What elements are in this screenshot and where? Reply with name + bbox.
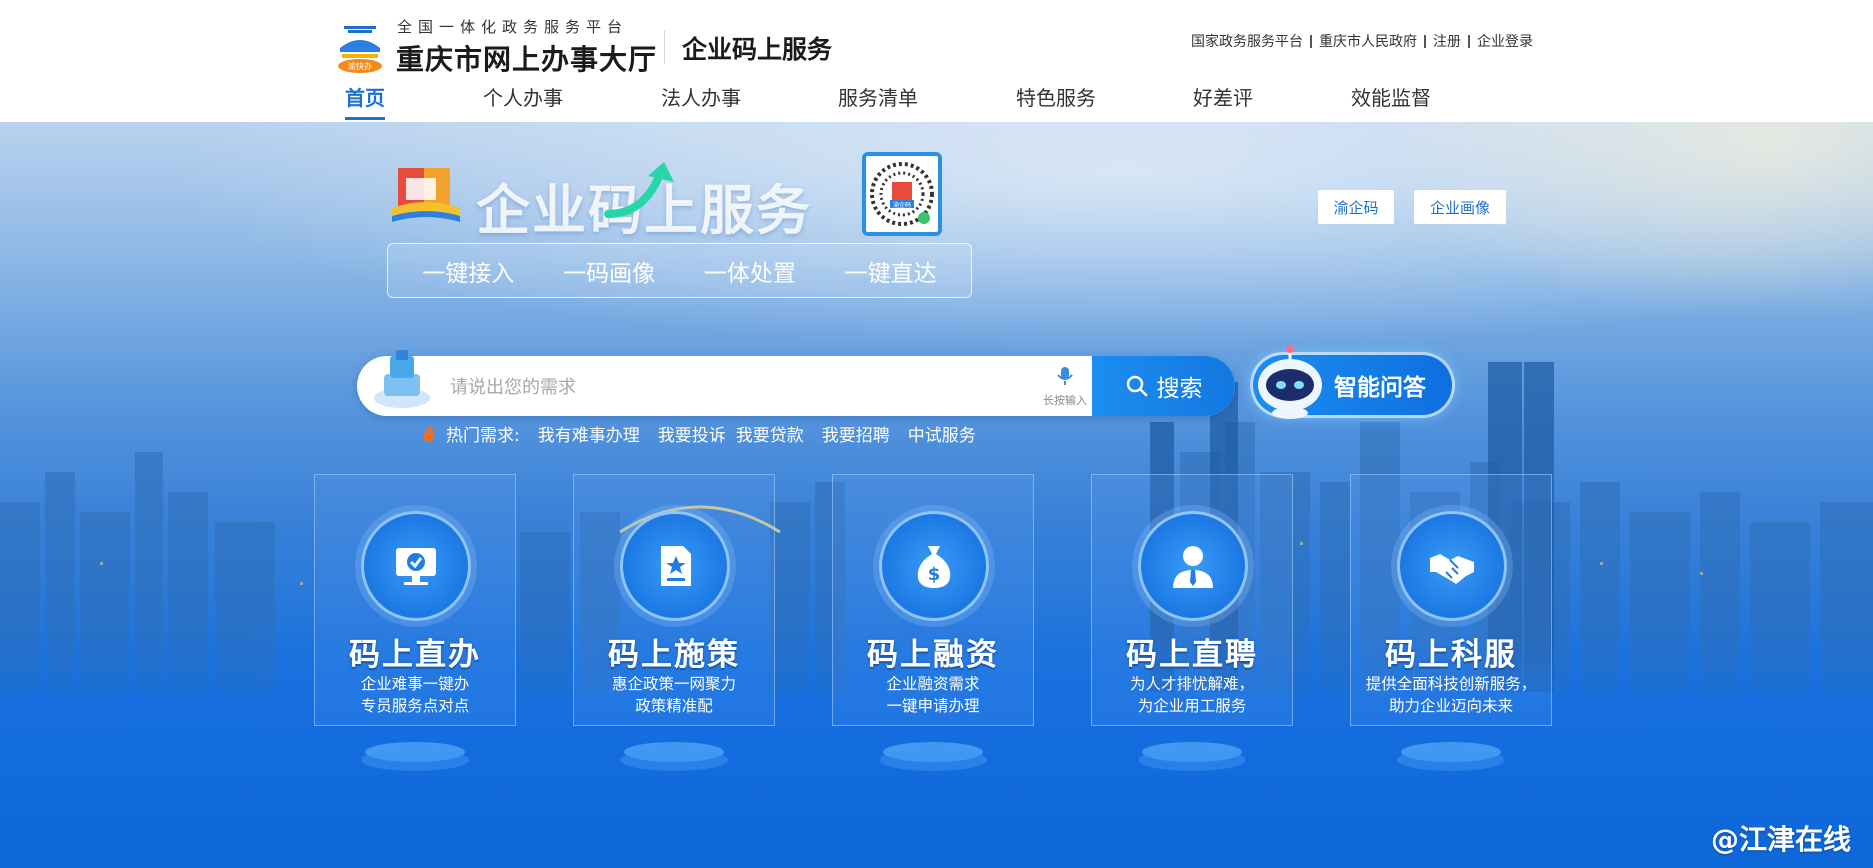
enterprise-flag-logo-icon <box>392 168 460 222</box>
card-desc-line: 为企业用工服务 <box>1137 697 1247 715</box>
card-title: 码上科服 <box>1385 637 1517 673</box>
yuqima-button[interactable]: 渝企码 <box>1318 190 1394 224</box>
search-button-label: 搜索 <box>1156 376 1203 402</box>
card-icon-circle <box>361 511 471 621</box>
card-desc-line: 一键申请办理 <box>886 697 980 715</box>
search-button[interactable]: 搜索 <box>1092 356 1235 416</box>
hot-need-item[interactable]: 我要招聘 <box>822 421 890 446</box>
source-watermark: @江津在线 <box>1710 823 1851 856</box>
microphone-icon <box>1057 367 1073 385</box>
link-register[interactable]: 注册 <box>1433 31 1461 51</box>
link-separator <box>1310 34 1312 48</box>
nav-home[interactable]: 首页 <box>345 82 385 111</box>
nav-legal-person[interactable]: 法人办事 <box>661 82 741 111</box>
card-pedestal <box>361 742 469 771</box>
top-links: 国家政务服务平台 重庆市人民政府 注册 企业登录 <box>1191 31 1533 51</box>
card-description: 企业难事一键办 专员服务点对点 <box>315 673 515 717</box>
card-title: 码上施策 <box>608 637 740 673</box>
logo-subtitle: 全国一体化政务服务平台 <box>397 18 629 36</box>
search-input[interactable] <box>450 370 1010 404</box>
service-card-financing[interactable]: $ 码上融资 企业融资需求 一键申请办理 <box>832 474 1034 726</box>
card-desc-line: 企业融资需求 <box>886 675 980 693</box>
card-pedestal <box>1397 742 1505 771</box>
card-desc-line: 助力企业迈向未来 <box>1388 697 1513 715</box>
enterprise-profile-button[interactable]: 企业画像 <box>1414 190 1506 224</box>
voice-input-label: 长按输入 <box>1043 394 1087 407</box>
smart-qa-label: 智能问答 <box>1334 375 1426 401</box>
service-card-tech-services[interactable]: 码上科服 提供全面科技创新服务， 助力企业迈向未来 <box>1350 474 1552 726</box>
yukuaiban-logo-icon[interactable]: 渝快办 <box>334 22 386 74</box>
card-desc-line: 为人才排忧解难， <box>1129 675 1254 693</box>
hot-needs-bar: 热门需求: 我有难事办理 我要投诉 我要贷款 我要招聘 中试服务 <box>420 420 994 446</box>
feature-one-click-access: 一键接入 <box>422 260 515 287</box>
card-desc-line: 政策精准配 <box>635 697 713 715</box>
card-desc-line: 专员服务点对点 <box>360 697 470 715</box>
nav-service-list[interactable]: 服务清单 <box>838 82 918 111</box>
card-description: 惠企政策一网聚力 政策精准配 <box>574 673 774 717</box>
hot-need-item[interactable]: 我要投诉 <box>658 421 726 446</box>
qr-code-image[interactable]: 渝企码 <box>862 152 942 236</box>
card-title: 码上融资 <box>867 637 999 673</box>
card-desc-line: 惠企政策一网聚力 <box>611 675 736 693</box>
link-separator <box>1468 34 1470 48</box>
logo-badge-text: 渝快办 <box>348 61 372 71</box>
card-description: 提供全面科技创新服务， 助力企业迈向未来 <box>1351 673 1551 717</box>
card-desc-line: 企业难事一键办 <box>360 675 470 693</box>
feature-one-click-direct: 一键直达 <box>844 260 937 287</box>
search-decor-icon <box>374 350 430 408</box>
handshake-icon <box>1430 554 1474 584</box>
hot-need-item[interactable]: 我有难事办理 <box>538 421 640 446</box>
upward-arrow-icon <box>604 162 674 218</box>
card-icon-circle <box>620 511 730 621</box>
card-description: 企业融资需求 一键申请办理 <box>833 673 1033 717</box>
hot-need-item[interactable]: 中试服务 <box>908 421 976 446</box>
feature-integrated-handling: 一体处置 <box>703 260 796 287</box>
fire-icon <box>424 424 434 442</box>
card-pedestal <box>879 742 987 771</box>
main-nav: 首页 个人办事 法人办事 服务清单 特色服务 好差评 效能监督 <box>0 82 1873 122</box>
service-title: 企业码上服务 <box>682 35 833 64</box>
nav-rating[interactable]: 好差评 <box>1193 82 1253 111</box>
nav-featured[interactable]: 特色服务 <box>1016 82 1096 111</box>
service-card-recruitment[interactable]: 码上直聘 为人才排忧解难， 为企业用工服务 <box>1091 474 1293 726</box>
nav-personal[interactable]: 个人办事 <box>483 82 563 111</box>
logo-divider <box>664 30 665 64</box>
link-cq-government[interactable]: 重庆市人民政府 <box>1319 31 1417 51</box>
robot-icon <box>1258 345 1322 419</box>
link-enterprise-login[interactable]: 企业登录 <box>1477 31 1533 51</box>
link-national-platform[interactable]: 国家政务服务平台 <box>1191 31 1303 51</box>
card-icon-circle: $ <box>879 511 989 621</box>
logo-title[interactable]: 重庆市网上办事大厅 <box>396 38 657 78</box>
hot-needs-label: 热门需求: <box>446 425 520 446</box>
card-icon-circle <box>1138 511 1248 621</box>
nav-supervision[interactable]: 效能监督 <box>1351 82 1431 111</box>
card-desc-line: 提供全面科技创新服务， <box>1365 675 1537 693</box>
search-icon <box>1126 375 1147 397</box>
monitor-check-icon <box>396 548 436 585</box>
card-pedestal <box>620 742 728 771</box>
voice-input-button[interactable]: 长按输入 <box>1040 366 1090 410</box>
qr-code-icon: 渝企码 <box>870 162 934 226</box>
card-pedestal <box>1138 742 1246 771</box>
nav-active-indicator <box>345 117 385 120</box>
site-header: 渝快办 全国一体化政务服务平台 重庆市网上办事大厅 企业码上服务 国家政务服务平… <box>0 0 1873 122</box>
feature-tagline-box: 一键接入 一码画像 一体处置 一键直达 <box>387 243 972 298</box>
card-description: 为人才排忧解难， 为企业用工服务 <box>1092 673 1292 717</box>
qr-label: 渝企码 <box>893 201 911 209</box>
document-star-icon <box>661 546 691 586</box>
card-title: 码上直办 <box>349 637 481 673</box>
link-separator <box>1424 34 1426 48</box>
money-bag-icon: $ <box>917 546 951 588</box>
feature-one-code-profile: 一码画像 <box>563 260 656 287</box>
person-icon <box>1173 546 1213 588</box>
service-card-direct-handling[interactable]: 码上直办 企业难事一键办 专员服务点对点 <box>314 474 516 726</box>
card-icon-circle <box>1397 511 1507 621</box>
hot-need-item[interactable]: 我要贷款 <box>736 421 804 446</box>
svg-text:$: $ <box>928 564 941 585</box>
card-title: 码上直聘 <box>1126 637 1258 673</box>
service-card-policy[interactable]: 码上施策 惠企政策一网聚力 政策精准配 <box>573 474 775 726</box>
